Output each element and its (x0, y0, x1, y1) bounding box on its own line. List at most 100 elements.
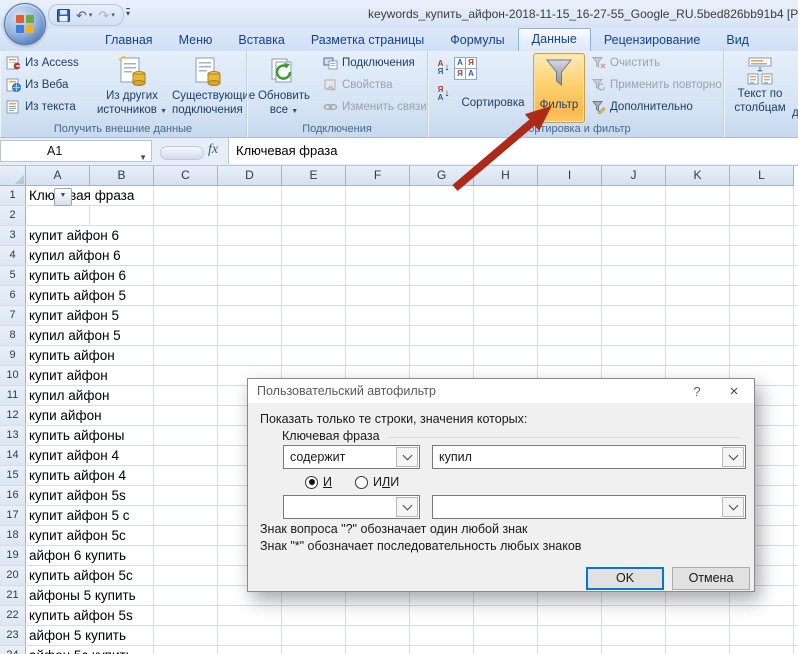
row-header-1[interactable]: 1 (0, 186, 26, 205)
tab-dannye[interactable]: Данные (518, 28, 591, 51)
connections-button[interactable]: Подключения (323, 56, 415, 70)
cell-A17[interactable]: купит айфон 5 с (26, 506, 129, 525)
dialog-close-button[interactable]: × (714, 383, 754, 400)
tab-razmetka[interactable]: Разметка страницы (298, 30, 437, 51)
row-header-23[interactable]: 23 (0, 626, 26, 645)
tab-vid[interactable]: Вид (713, 30, 762, 51)
value2-dropdown[interactable] (432, 495, 746, 519)
name-box[interactable]: A1 ▼ (0, 140, 152, 162)
row-header-9[interactable]: 9 (0, 346, 26, 365)
row-header-6[interactable]: 6 (0, 286, 26, 305)
edit-links-button[interactable]: Изменить связи (323, 100, 427, 114)
cell-A11[interactable]: купил айфон (26, 386, 109, 405)
row-header-21[interactable]: 21 (0, 586, 26, 605)
filter-button[interactable]: Фильтр (533, 53, 585, 123)
chevron-down-icon[interactable] (722, 497, 744, 517)
cell-A2[interactable] (26, 206, 29, 225)
from-web-button[interactable]: Из Веба (6, 78, 68, 92)
row-header-5[interactable]: 5 (0, 266, 26, 285)
cell-A19[interactable]: айфон 6 купить (26, 546, 126, 565)
advanced-filter-button[interactable]: Дополнительно (591, 100, 693, 114)
row-header-16[interactable]: 16 (0, 486, 26, 505)
cell-A20[interactable]: купить айфон 5с (26, 566, 133, 585)
cell-A3[interactable]: купит айфон 6 (26, 226, 119, 245)
tab-vstavka[interactable]: Вставка (225, 30, 297, 51)
row-header-24[interactable]: 24 (0, 646, 26, 654)
column-header-A[interactable]: A (26, 166, 90, 186)
redo-button[interactable]: ↷▾ (98, 9, 114, 22)
cell-A8[interactable]: купил айфон 5 (26, 326, 121, 345)
column-header-D[interactable]: D (218, 166, 282, 186)
cell-A15[interactable]: купить айфон 4 (26, 466, 126, 485)
cell-A18[interactable]: купит айфон 5с (26, 526, 126, 545)
name-box-dropdown-icon[interactable]: ▼ (139, 148, 147, 168)
cell-A5[interactable]: купить айфон 6 (26, 266, 126, 285)
existing-connections-button[interactable]: Существующие подключения (172, 53, 242, 123)
row-header-19[interactable]: 19 (0, 546, 26, 565)
row-header-7[interactable]: 7 (0, 306, 26, 325)
column-header-H[interactable]: H (474, 166, 538, 186)
save-button[interactable] (57, 9, 70, 22)
cell-A6[interactable]: купить айфон 5 (26, 286, 126, 305)
insert-function-button[interactable]: fx (208, 142, 218, 158)
clear-filter-button[interactable]: Очистить (591, 56, 660, 70)
row-header-2[interactable]: 2 (0, 206, 26, 225)
cell-A13[interactable]: купить айфоны (26, 426, 124, 445)
cell-A23[interactable]: айфон 5 купить (26, 626, 126, 645)
column-header-K[interactable]: K (666, 166, 730, 186)
tab-recenzirovanie[interactable]: Рецензирование (591, 30, 714, 51)
sort-button[interactable]: АЯ ЯА Сортировка (455, 53, 531, 123)
chevron-down-icon[interactable] (396, 497, 418, 517)
tab-glavnaya[interactable]: Главная (92, 30, 166, 51)
operator2-dropdown[interactable] (283, 495, 420, 519)
tab-menu[interactable]: Меню (166, 30, 226, 51)
properties-button[interactable]: Свойства (323, 78, 393, 92)
radio-and[interactable]: И (305, 475, 332, 489)
sort-descending-button[interactable]: ЯА ↓ (433, 83, 454, 104)
row-header-17[interactable]: 17 (0, 506, 26, 525)
row-header-22[interactable]: 22 (0, 606, 26, 625)
column-header-B[interactable]: B (90, 166, 154, 186)
tab-formuly[interactable]: Формулы (437, 30, 517, 51)
column-header-G[interactable]: G (410, 166, 474, 186)
cell-A12[interactable]: купи айфон (26, 406, 102, 425)
operator1-dropdown[interactable]: содержит (283, 445, 420, 469)
column-header-E[interactable]: E (282, 166, 346, 186)
row-header-18[interactable]: 18 (0, 526, 26, 545)
row-header-3[interactable]: 3 (0, 226, 26, 245)
cell-A10[interactable]: купит айфон (26, 366, 108, 385)
cell-A4[interactable]: купил айфон 6 (26, 246, 121, 265)
row-header-13[interactable]: 13 (0, 426, 26, 445)
radio-or[interactable]: ИЛИ (355, 475, 399, 489)
column-header-F[interactable]: F (346, 166, 410, 186)
cell-A7[interactable]: купит айфон 5 (26, 306, 119, 325)
reapply-filter-button[interactable]: Применить повторно (591, 78, 722, 92)
sort-ascending-button[interactable]: АЯ ↓ (433, 57, 454, 78)
autofilter-dropdown-button[interactable]: ▼ (54, 188, 72, 206)
customize-qat-icon[interactable]: ▾ (126, 8, 130, 18)
row-header-11[interactable]: 11 (0, 386, 26, 405)
row-header-12[interactable]: 12 (0, 406, 26, 425)
value1-dropdown[interactable]: купил (432, 445, 746, 469)
cell-A1[interactable]: Ключевая фраза (26, 186, 134, 205)
dialog-help-button[interactable]: ? (680, 384, 714, 399)
column-header-J[interactable]: J (602, 166, 666, 186)
from-text-button[interactable]: Из текста (6, 100, 76, 114)
row-header-4[interactable]: 4 (0, 246, 26, 265)
cell-A16[interactable]: купит айфон 5s (26, 486, 126, 505)
column-header-I[interactable]: I (538, 166, 602, 186)
chevron-down-icon[interactable] (396, 447, 418, 467)
row-header-15[interactable]: 15 (0, 466, 26, 485)
select-all-corner[interactable] (0, 166, 26, 186)
undo-button[interactable]: ↶▾ (76, 9, 92, 22)
column-header-C[interactable]: C (154, 166, 218, 186)
row-header-14[interactable]: 14 (0, 446, 26, 465)
row-header-8[interactable]: 8 (0, 326, 26, 345)
column-header-L[interactable]: L (730, 166, 794, 186)
refresh-all-button[interactable]: Обновить все ▼ (253, 53, 315, 123)
cell-A14[interactable]: купит айфон 4 (26, 446, 119, 465)
cell-A21[interactable]: айфоны 5 купить (26, 586, 136, 605)
office-button[interactable] (4, 3, 46, 45)
cell-A24[interactable]: айфон 5с купить (26, 646, 133, 654)
cancel-button[interactable]: Отмена (672, 567, 750, 590)
